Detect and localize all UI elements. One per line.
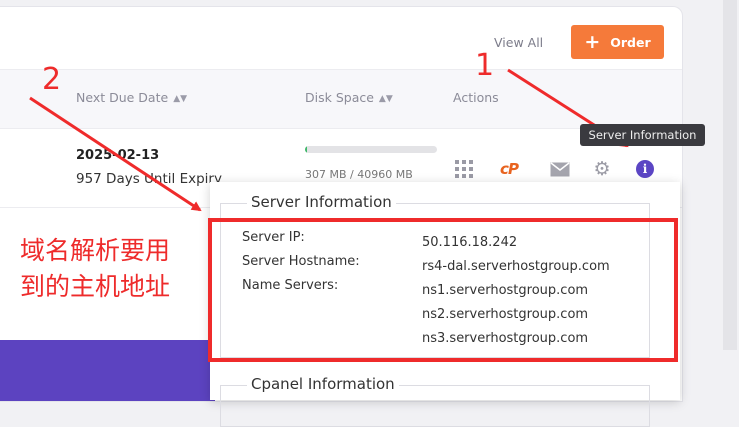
arrow-to-server-info xyxy=(29,96,202,212)
annotation-line: 到的主机地址 xyxy=(20,272,171,301)
annotation-number-1: 1 xyxy=(475,48,495,83)
annotation-arrows xyxy=(29,68,629,212)
annotation-line: 域名解析要用 xyxy=(20,236,171,265)
annotation-number-2: 2 xyxy=(42,62,62,97)
tooltip: Server Information xyxy=(580,124,705,146)
annotation-text: 域名解析要用 到的主机地址 xyxy=(20,233,205,305)
